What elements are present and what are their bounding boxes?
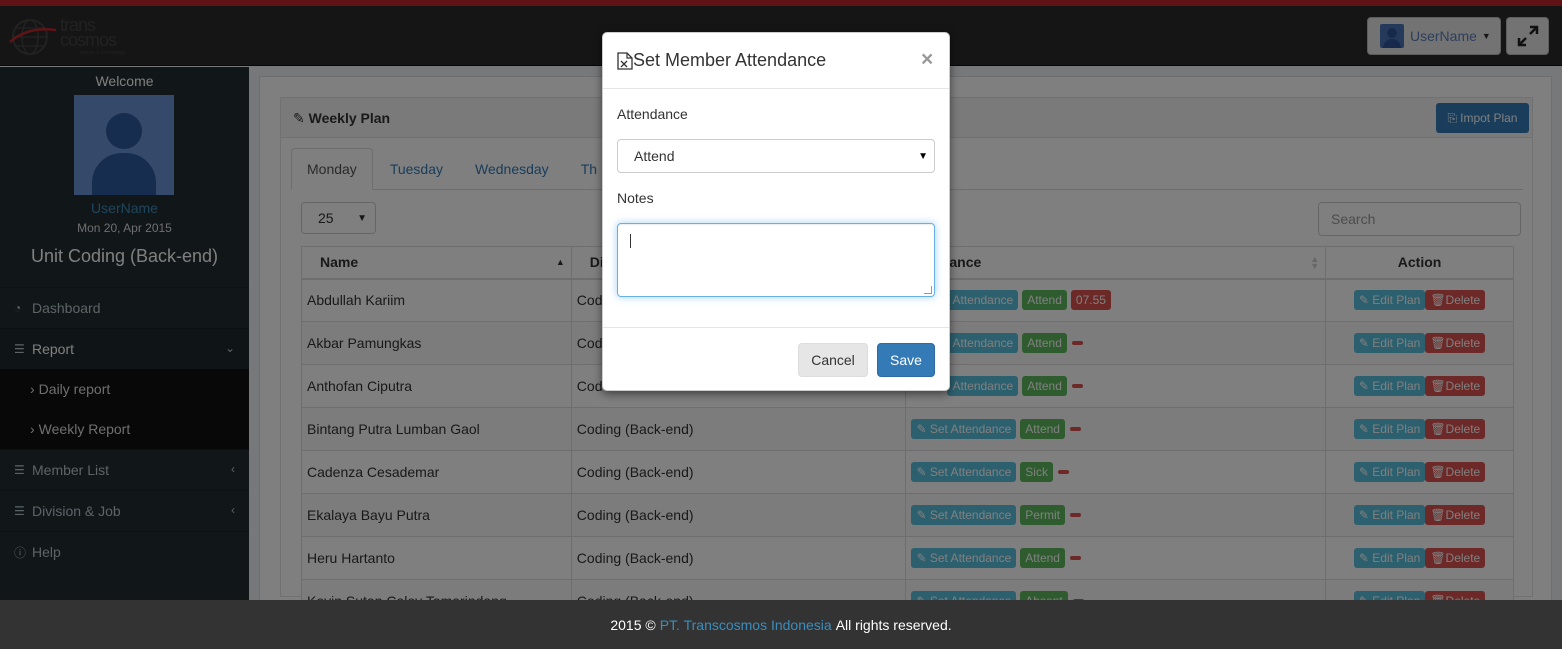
footer-rights: All rights reserved. (835, 616, 952, 633)
text-caret (630, 234, 631, 248)
footer-company-link[interactable]: PT. Transcosmos Indonesia (660, 617, 832, 633)
cancel-button[interactable]: Cancel (798, 343, 868, 377)
file-excel-icon (617, 51, 633, 70)
close-icon[interactable]: × (921, 48, 933, 72)
notes-textarea[interactable] (617, 223, 935, 297)
set-attendance-modal: Set Member Attendance × Attendance Atten… (602, 32, 950, 391)
resize-handle[interactable] (924, 286, 932, 294)
footer-year: 2015 © (610, 616, 656, 633)
caret-down-icon: ▼ (918, 150, 928, 162)
attendance-select-value: Attend (634, 148, 675, 164)
modal-footer: Cancel Save (603, 327, 949, 391)
footer: 2015 © PT. Transcosmos Indonesia All rig… (0, 600, 1562, 649)
modal-title: Set Member Attendance (617, 50, 826, 71)
modal-title-text: Set Member Attendance (633, 50, 827, 70)
attendance-select[interactable]: Attend ▼ (617, 139, 935, 173)
notes-label: Notes (617, 190, 654, 206)
modal-header: Set Member Attendance × (603, 33, 949, 89)
attendance-label: Attendance (617, 106, 688, 122)
save-button[interactable]: Save (877, 343, 935, 377)
